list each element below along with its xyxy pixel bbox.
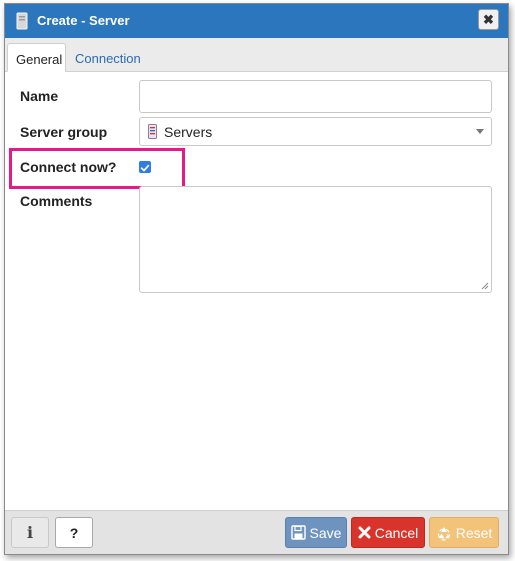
server-group-icon (148, 124, 157, 139)
help-button[interactable]: ? (55, 517, 93, 548)
dialog-titlebar[interactable]: Create - Server ✖ (5, 4, 508, 38)
name-label: Name (20, 88, 59, 104)
info-icon: i (26, 523, 34, 542)
save-label: Save (309, 524, 342, 541)
tab-connection[interactable]: Connection (67, 43, 149, 72)
x-icon (358, 526, 371, 539)
connect-now-checkbox[interactable] (139, 161, 151, 173)
dialog-footer: i ? Save Cancel Reset (5, 510, 508, 554)
recycle-icon (437, 526, 450, 541)
close-icon: ✖ (483, 11, 494, 27)
connect-now-label: Connect now? (20, 159, 117, 175)
server-icon (16, 12, 28, 30)
tab-general[interactable]: General (7, 43, 66, 72)
server-group-label: Server group (20, 124, 108, 140)
info-button[interactable]: i (11, 517, 49, 548)
comments-label: Comments (20, 193, 93, 209)
floppy-icon (290, 525, 306, 540)
close-button[interactable]: ✖ (478, 9, 499, 30)
cancel-label: Cancel (374, 524, 419, 541)
server-group-select[interactable]: Servers (139, 117, 492, 146)
create-server-dialog: Create - Server ✖ General Connection Nam… (4, 3, 509, 555)
cancel-button[interactable]: Cancel (351, 517, 425, 548)
resize-grip-icon[interactable] (481, 282, 489, 290)
server-group-value: Servers (164, 124, 213, 140)
save-button[interactable]: Save (285, 517, 347, 548)
reset-button[interactable]: Reset (429, 517, 499, 548)
help-icon: ? (69, 524, 79, 541)
tab-bar: General Connection (5, 38, 508, 72)
comments-textarea[interactable] (139, 186, 492, 293)
checkmark-icon (140, 164, 150, 172)
reset-label: Reset (455, 524, 493, 541)
chevron-down-icon (476, 129, 484, 134)
dialog-title: Create - Server (37, 13, 130, 28)
name-input[interactable] (139, 80, 492, 113)
